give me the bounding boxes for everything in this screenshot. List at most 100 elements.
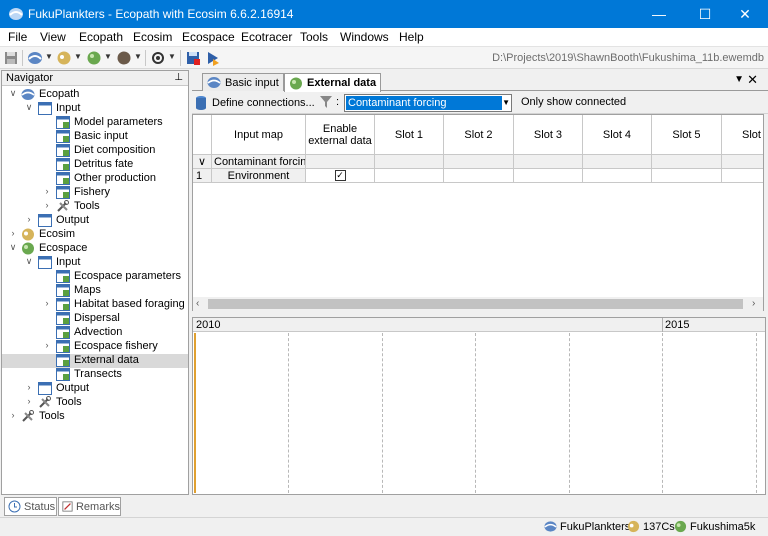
tree-item-ecospace-parameters[interactable]: Ecospace parameters	[2, 270, 188, 284]
define-connections-button[interactable]: Define connections...	[195, 94, 315, 112]
slot-cell[interactable]	[444, 169, 514, 183]
slot-cell[interactable]	[514, 169, 583, 183]
chevron-down-icon[interactable]: ▼	[502, 98, 510, 107]
row-index[interactable]: 1	[193, 169, 212, 183]
expand-icon[interactable]: ›	[24, 382, 34, 392]
tree-item-dispersal[interactable]: Dispersal	[2, 312, 188, 326]
enable-external-data-checkbox[interactable]: ✓	[334, 170, 346, 181]
menu-ecopath[interactable]: Ecopath	[79, 30, 123, 44]
status-tab[interactable]: Status	[4, 497, 57, 516]
expand-icon[interactable]: ›	[24, 214, 34, 224]
menu-view[interactable]: View	[40, 30, 66, 44]
remarks-tab[interactable]: Remarks	[58, 497, 121, 516]
tree-item-habitat-based-foraging[interactable]: › Habitat based foraging	[2, 298, 188, 312]
ecospace-scenario-icon[interactable]	[86, 50, 102, 66]
menu-ecotracer[interactable]: Ecotracer	[241, 30, 292, 44]
column-header-slot-6[interactable]: Slot	[722, 115, 763, 155]
chevron-down-icon[interactable]: ▼	[45, 52, 53, 61]
expand-icon[interactable]: ›	[8, 410, 18, 420]
tree-item-ecospace-input[interactable]: ∨ Input	[2, 256, 188, 270]
status-scenario[interactable]: Fukushima5k	[674, 520, 755, 533]
tree-item-ecospace[interactable]: ∨ Ecospace	[2, 242, 188, 256]
column-header-enable-external-data[interactable]: Enable external data	[306, 115, 375, 155]
view-options-icon[interactable]	[150, 50, 166, 66]
ecopath-model-icon[interactable]	[27, 50, 43, 66]
tree-item-advection[interactable]: Advection	[2, 326, 188, 340]
column-header-slot-5[interactable]: Slot 5	[652, 115, 722, 155]
horizontal-scrollbar[interactable]: ‹ ›	[193, 297, 763, 311]
collapse-icon[interactable]: ∨	[24, 256, 34, 267]
menu-ecosim[interactable]: Ecosim	[133, 30, 172, 44]
pin-icon[interactable]: ⊥	[174, 72, 183, 83]
status-model[interactable]: FukuPlankters	[544, 520, 630, 533]
tree-item-basic-input[interactable]: Basic input	[2, 130, 188, 144]
status-tracer[interactable]: 137Cs	[627, 520, 675, 533]
expand-icon[interactable]: ›	[42, 200, 52, 210]
column-header-slot-1[interactable]: Slot 1	[375, 115, 444, 155]
tree-item-fishery[interactable]: › Fishery	[2, 186, 188, 200]
save-model-icon[interactable]	[185, 50, 201, 66]
tree-item-ecopath-output[interactable]: › Output	[2, 214, 188, 228]
collapse-icon[interactable]: ∨	[8, 242, 18, 253]
tree-item-label: Habitat based foraging	[74, 298, 185, 310]
timeline-cursor[interactable]	[194, 333, 196, 493]
tree-item-detritus-fate[interactable]: Detritus fate	[2, 158, 188, 172]
menu-file[interactable]: File	[8, 30, 27, 44]
tree-item-ecospace-output[interactable]: › Output	[2, 382, 188, 396]
tree-item-ecopath-input-tools[interactable]: › Tools	[2, 200, 188, 214]
tree-item-diet-composition[interactable]: Diet composition	[2, 144, 188, 158]
tree-item-tools[interactable]: › Tools	[2, 410, 188, 424]
expand-icon[interactable]: ›	[42, 186, 52, 196]
column-header-input-map[interactable]: Input map	[212, 115, 306, 155]
scroll-right-icon[interactable]: ›	[752, 298, 755, 309]
scroll-left-icon[interactable]: ‹	[196, 298, 199, 309]
expand-icon[interactable]: ›	[8, 228, 18, 238]
close-tab-button[interactable]: ✕	[747, 72, 758, 88]
expand-icon[interactable]: ›	[24, 396, 34, 406]
menu-tools[interactable]: Tools	[300, 30, 328, 44]
group-toggle[interactable]: ∨	[193, 155, 212, 169]
collapse-icon[interactable]: ∨	[8, 88, 18, 99]
menu-ecospace[interactable]: Ecospace	[182, 30, 235, 44]
slot-cell[interactable]	[375, 169, 444, 183]
slot-cell[interactable]	[652, 169, 722, 183]
chevron-down-icon[interactable]: ▼	[168, 52, 176, 61]
tree-item-ecopath[interactable]: ∨ Ecopath	[2, 88, 188, 102]
tree-item-transects[interactable]: Transects	[2, 368, 188, 382]
expand-icon[interactable]: ›	[42, 340, 52, 350]
only-show-connected-checkbox[interactable]: Only show connected	[521, 96, 626, 108]
enable-external-data-cell[interactable]: ✓	[306, 169, 375, 183]
column-header-slot-3[interactable]: Slot 3	[514, 115, 583, 155]
slot-cell[interactable]	[583, 169, 652, 183]
collapse-icon[interactable]: ∨	[24, 102, 34, 113]
ecotracer-scenario-icon[interactable]	[116, 50, 132, 66]
run-arrow-icon[interactable]	[205, 50, 221, 66]
minimize-button[interactable]: —	[636, 0, 682, 28]
scrollbar-thumb[interactable]	[208, 299, 743, 309]
chevron-down-icon[interactable]: ▼	[134, 52, 142, 61]
menu-help[interactable]: Help	[399, 30, 424, 44]
expand-icon[interactable]: ›	[42, 298, 52, 308]
tree-item-external-data[interactable]: External data	[2, 354, 188, 368]
save-icon[interactable]	[3, 50, 19, 66]
tab-external-data[interactable]: External data	[284, 73, 381, 92]
tree-item-ecopath-input[interactable]: ∨ Input	[2, 102, 188, 116]
tree-item-maps[interactable]: Maps	[2, 284, 188, 298]
slot-cell[interactable]	[722, 169, 763, 183]
tab-basic-input[interactable]: Basic input	[202, 73, 284, 91]
tab-list-dropdown[interactable]: ▼	[734, 74, 744, 85]
column-header-slot-2[interactable]: Slot 2	[444, 115, 514, 155]
filter-icon[interactable]	[320, 96, 332, 109]
tree-item-model-parameters[interactable]: Model parameters	[2, 116, 188, 130]
ecosim-scenario-icon[interactable]	[56, 50, 72, 66]
tree-item-other-production[interactable]: Other production	[2, 172, 188, 186]
menu-windows[interactable]: Windows	[340, 30, 389, 44]
tree-item-ecospace-fishery[interactable]: › Ecospace fishery	[2, 340, 188, 354]
chevron-down-icon[interactable]: ▼	[104, 52, 112, 61]
tree-item-ecospace-tools[interactable]: › Tools	[2, 396, 188, 410]
filter-dropdown[interactable]: Contaminant forcing ▼	[344, 94, 512, 112]
column-header-slot-4[interactable]: Slot 4	[583, 115, 652, 155]
close-button[interactable]: ✕	[722, 0, 768, 28]
tree-item-ecosim[interactable]: › Ecosim	[2, 228, 188, 242]
chevron-down-icon[interactable]: ▼	[74, 52, 82, 61]
